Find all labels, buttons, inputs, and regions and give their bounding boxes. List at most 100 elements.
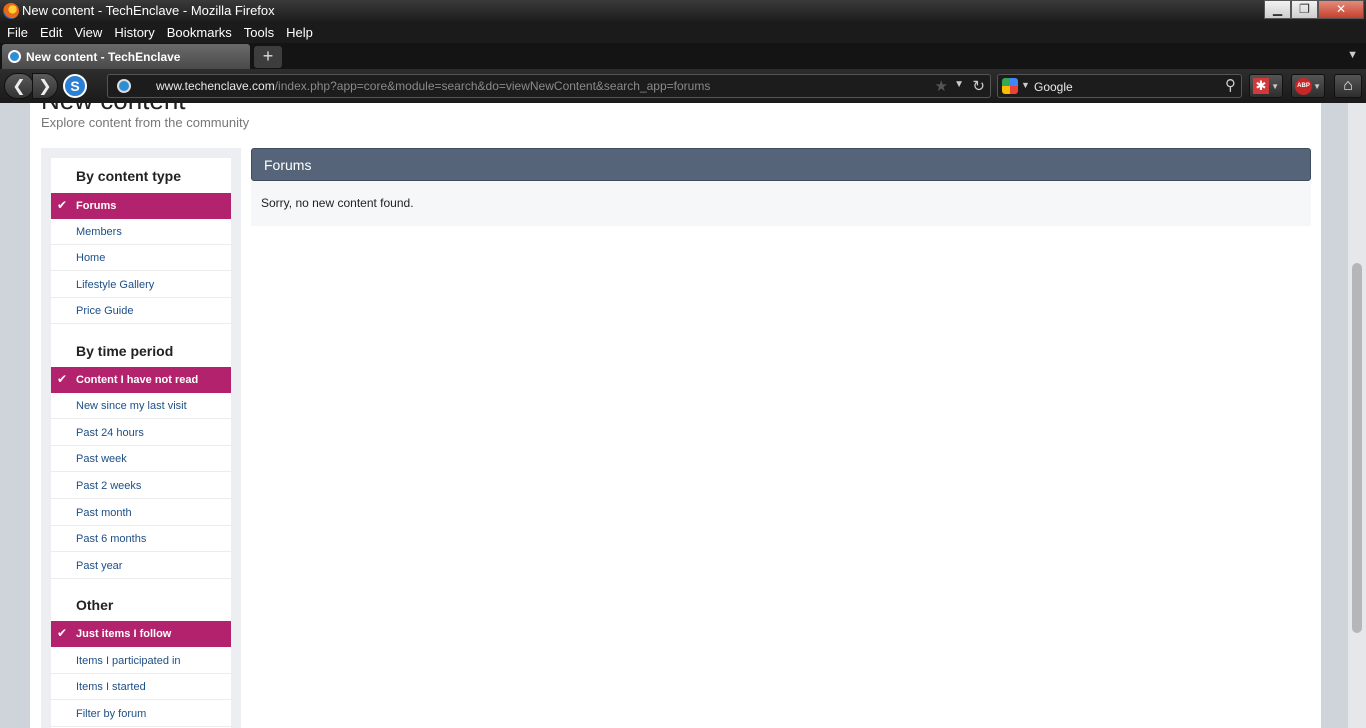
filter-past-24-hours[interactable]: Past 24 hours [51, 420, 231, 446]
tab-list-icon[interactable]: ▼ [1347, 49, 1358, 61]
page-description: Explore content from the community [41, 115, 250, 130]
check-icon: ✔ [57, 626, 68, 640]
search-icon[interactable]: ⚲ [1225, 76, 1236, 94]
filter-past-month[interactable]: Past month [51, 500, 231, 526]
results-section-title: Forums [264, 157, 312, 173]
menu-file[interactable]: File [7, 22, 28, 43]
chevron-down-icon: ▼ [1313, 82, 1321, 91]
no-results-message: Sorry, no new content found. [261, 196, 414, 210]
filter-label: Items I started [76, 681, 146, 693]
filter-label: Past 24 hours [76, 427, 144, 439]
search-engine-dropdown-icon[interactable]: ▼ [1021, 80, 1030, 90]
filter-past-year[interactable]: Past year [51, 553, 231, 579]
menu-tools[interactable]: Tools [244, 22, 274, 43]
section-heading-other: Other [76, 597, 114, 613]
menu-help[interactable]: Help [286, 22, 313, 43]
filter-past-6-months[interactable]: Past 6 months [51, 526, 231, 552]
close-window-button[interactable]: ✕ [1318, 0, 1364, 19]
filter-sidebar: By content type ✔ Forums Members Home Lif… [41, 148, 241, 728]
page-viewport: New content Explore content from the com… [0, 103, 1366, 728]
addon-button[interactable]: ✱ ▼ [1249, 74, 1283, 98]
site-identity-icon[interactable] [117, 79, 131, 93]
filter-label: Just items I follow [76, 628, 172, 640]
url-text[interactable]: www.techenclave.com/index.php?app=core&m… [156, 79, 710, 93]
url-dropdown-icon[interactable]: ▼ [954, 79, 964, 90]
section-heading-time-period: By time period [76, 343, 174, 359]
bookmark-star-icon[interactable]: ★ [935, 77, 948, 95]
address-bar[interactable]: www.techenclave.com/index.php?app=core&m… [107, 74, 991, 98]
window-controls: ▁ ❐ ✕ [1264, 0, 1364, 19]
menu-edit[interactable]: Edit [40, 22, 62, 43]
filter-label: Filter by forum [76, 708, 147, 720]
google-icon[interactable] [1002, 78, 1018, 94]
filter-label: Past 6 months [76, 533, 147, 545]
filter-label: Forums [76, 200, 117, 212]
s-icon: S [70, 78, 80, 94]
window-title-bar: New content - TechEnclave - Mozilla Fire… [0, 0, 1366, 22]
new-tab-button[interactable]: + [254, 46, 282, 68]
filter-new-since-last-visit[interactable]: New since my last visit [51, 393, 231, 419]
menu-bookmarks[interactable]: Bookmarks [167, 22, 232, 43]
url-path: /index.php?app=core&module=search&do=vie… [274, 79, 711, 93]
filter-label: Home [76, 252, 106, 264]
filter-past-2-weeks[interactable]: Past 2 weeks [51, 473, 231, 499]
forward-icon: ❯ [38, 78, 52, 95]
filter-label: Past 2 weeks [76, 480, 142, 492]
filter-label: Price Guide [76, 305, 134, 317]
page-content: New content Explore content from the com… [30, 103, 1321, 728]
back-button[interactable]: ❮ [4, 73, 34, 99]
section-heading-content-type: By content type [76, 168, 182, 184]
filter-menu: By content type ✔ Forums Members Home Lif… [51, 158, 231, 728]
home-button[interactable]: ⌂ [1334, 74, 1362, 98]
filter-label: Past month [76, 507, 132, 519]
filter-label: Past week [76, 453, 127, 465]
s-addon-button[interactable]: S [63, 74, 87, 98]
search-input[interactable]: Google [1034, 80, 1073, 94]
addon-icon: ✱ [1253, 78, 1269, 94]
scrollbar-thumb[interactable] [1352, 263, 1362, 633]
filter-members[interactable]: Members [51, 219, 231, 245]
results-section-header: Forums [251, 148, 1311, 181]
tab-new-content[interactable]: New content - TechEnclave [2, 44, 250, 69]
forward-button[interactable]: ❯ [32, 73, 58, 99]
filter-label: New since my last visit [76, 400, 187, 412]
chevron-down-icon: ▼ [1271, 82, 1279, 91]
tab-strip: New content - TechEnclave + ▼ [0, 43, 1366, 69]
filter-past-week[interactable]: Past week [51, 446, 231, 472]
results-panel: Sorry, no new content found. [251, 181, 1311, 226]
check-icon: ✔ [57, 372, 68, 386]
adblock-plus-button[interactable]: ABP ▼ [1291, 74, 1325, 98]
firefox-icon [3, 3, 19, 19]
window-title: New content - TechEnclave - Mozilla Fire… [22, 3, 275, 18]
filter-lifestyle-gallery[interactable]: Lifestyle Gallery [51, 272, 231, 298]
filter-label: Members [76, 226, 122, 238]
menu-view[interactable]: View [74, 22, 102, 43]
filter-label: Items I participated in [76, 655, 181, 667]
vertical-scrollbar[interactable] [1348, 103, 1366, 728]
filter-label: Past year [76, 560, 123, 572]
filter-label: Content I have not read [76, 374, 199, 386]
reload-icon[interactable]: ↻ [972, 77, 985, 95]
filter-label: Lifestyle Gallery [76, 279, 155, 291]
url-domain: www.techenclave.com [156, 79, 275, 93]
maximize-button[interactable]: ❐ [1291, 0, 1318, 19]
menu-bar: File Edit View History Bookmarks Tools H… [0, 22, 1366, 43]
adblock-plus-icon: ABP [1295, 78, 1312, 95]
filter-items-participated-in[interactable]: Items I participated in [51, 648, 231, 674]
filter-content-not-read[interactable]: ✔ Content I have not read [51, 367, 231, 393]
search-bar[interactable]: ▼ Google ⚲ [997, 74, 1242, 98]
check-icon: ✔ [57, 198, 68, 212]
filter-home[interactable]: Home [51, 245, 231, 271]
tab-favicon-icon [8, 50, 21, 63]
filter-price-guide[interactable]: Price Guide [51, 298, 231, 324]
minimize-button[interactable]: ▁ [1264, 0, 1291, 19]
filter-items-i-started[interactable]: Items I started [51, 674, 231, 700]
back-icon: ❮ [12, 78, 26, 95]
tab-title: New content - TechEnclave [26, 50, 181, 64]
filter-forums[interactable]: ✔ Forums [51, 193, 231, 219]
home-icon: ⌂ [1343, 77, 1353, 94]
navigation-toolbar: ❮ ❯ S www.techenclave.com/index.php?app=… [0, 69, 1366, 103]
filter-just-items-i-follow[interactable]: ✔ Just items I follow [51, 621, 231, 647]
filter-by-forum[interactable]: Filter by forum [51, 701, 231, 727]
menu-history[interactable]: History [114, 22, 154, 43]
